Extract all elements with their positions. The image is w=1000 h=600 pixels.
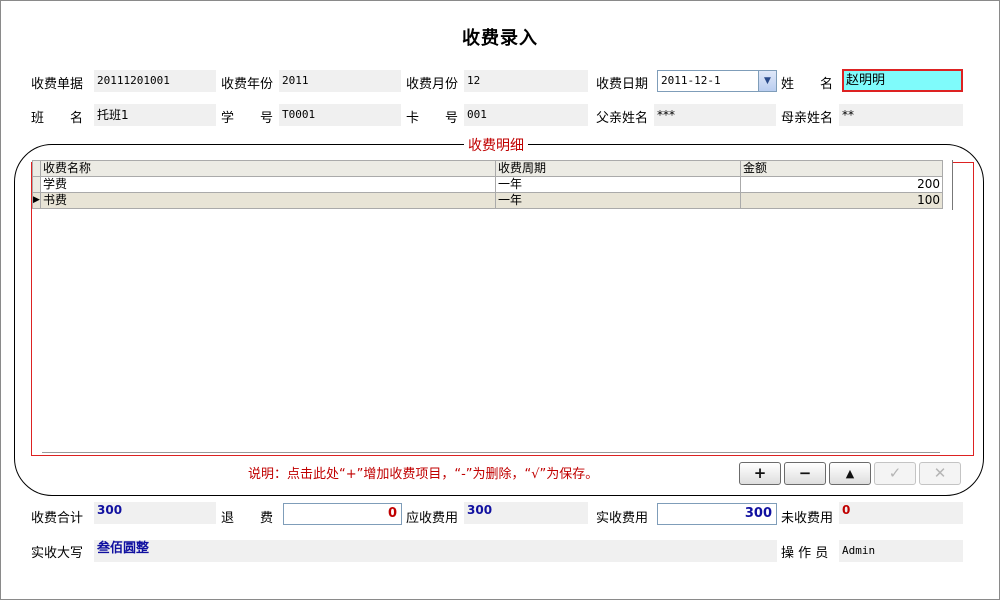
operator-label: 操 作 员: [781, 546, 829, 561]
grid-bottom-line: [42, 452, 940, 453]
month-label: 收费月份: [406, 77, 459, 92]
year-field[interactable]: 2011: [279, 70, 401, 92]
paid-label: 实收费用: [596, 511, 649, 526]
total-label: 收费合计: [31, 511, 84, 526]
move-up-button[interactable]: ▲: [829, 462, 871, 485]
details-group-title: 收费明细: [464, 135, 528, 155]
add-item-button[interactable]: +: [739, 462, 781, 485]
class-field[interactable]: 托班1: [94, 104, 216, 126]
student-no-field[interactable]: T0001: [279, 104, 401, 126]
father-name-label: 父亲姓名: [596, 111, 649, 126]
row-selector-header: [32, 160, 41, 177]
column-header-amount[interactable]: 金额: [740, 160, 943, 177]
fee-name-cell[interactable]: 学费: [40, 176, 496, 193]
uppercase-amount-value: 叁佰圆整: [94, 540, 777, 562]
mother-name-field[interactable]: **: [839, 104, 963, 126]
unpaid-label: 未收费用: [781, 511, 834, 526]
table-row[interactable]: ▶ 书费 一年 100: [32, 192, 943, 209]
column-header-period[interactable]: 收费周期: [495, 160, 741, 177]
receipt-no-field[interactable]: 20111201001: [94, 70, 216, 92]
save-button[interactable]: ✓: [874, 462, 916, 485]
cancel-button[interactable]: ✕: [919, 462, 961, 485]
column-header-fee-name[interactable]: 收费名称: [40, 160, 496, 177]
grid-header-row: 收费名称 收费周期 金额: [32, 160, 943, 177]
delete-item-button[interactable]: −: [784, 462, 826, 485]
year-label: 收费年份: [221, 77, 274, 92]
card-field[interactable]: 001: [464, 104, 588, 126]
row-selector[interactable]: [32, 176, 41, 193]
date-label: 收费日期: [596, 77, 649, 92]
receipt-no-label: 收费单据: [31, 77, 84, 92]
total-value: 300: [94, 502, 216, 524]
operator-value: Admin: [839, 540, 963, 562]
mother-name-label: 母亲姓名: [781, 111, 834, 126]
amount-cell[interactable]: 100: [740, 192, 943, 209]
refund-input[interactable]: 0: [283, 503, 402, 525]
period-cell[interactable]: 一年: [495, 192, 741, 209]
table-row[interactable]: 学费 一年 200: [32, 176, 943, 193]
chevron-down-icon[interactable]: ▼: [758, 71, 776, 91]
student-name-field[interactable]: 赵明明: [842, 69, 963, 92]
month-field[interactable]: 12: [464, 70, 588, 92]
card-label: 卡 号: [406, 111, 459, 126]
refund-label: 退 费: [221, 511, 274, 526]
unpaid-value: 0: [839, 502, 963, 524]
student-no-label: 学 号: [221, 111, 274, 126]
instruction-note: 说明：点击此处“+”增加收费项目，“-”为删除，“√”为保存。: [248, 467, 599, 482]
page-title: 收费录入: [462, 28, 538, 49]
amount-cell[interactable]: 200: [740, 176, 943, 193]
due-label: 应收费用: [406, 511, 459, 526]
fee-name-cell[interactable]: 书费: [40, 192, 496, 209]
due-value: 300: [464, 502, 588, 524]
name-label: 姓 名: [781, 77, 834, 92]
fee-details-grid[interactable]: 收费名称 收费周期 金额 学费 一年 200 ▶ 书费 一年 100: [32, 160, 952, 450]
class-label: 班 名: [31, 111, 84, 126]
father-name-field[interactable]: ***: [654, 104, 776, 126]
uppercase-amount-label: 实收大写: [31, 546, 84, 561]
period-cell[interactable]: 一年: [495, 176, 741, 193]
date-picker[interactable]: 2011-12-1 ▼: [657, 70, 777, 92]
grid-vertical-edge: [952, 160, 953, 210]
date-value: 2011-12-1: [661, 74, 721, 87]
paid-input[interactable]: 300: [657, 503, 777, 525]
current-row-arrow-icon[interactable]: ▶: [32, 192, 41, 209]
